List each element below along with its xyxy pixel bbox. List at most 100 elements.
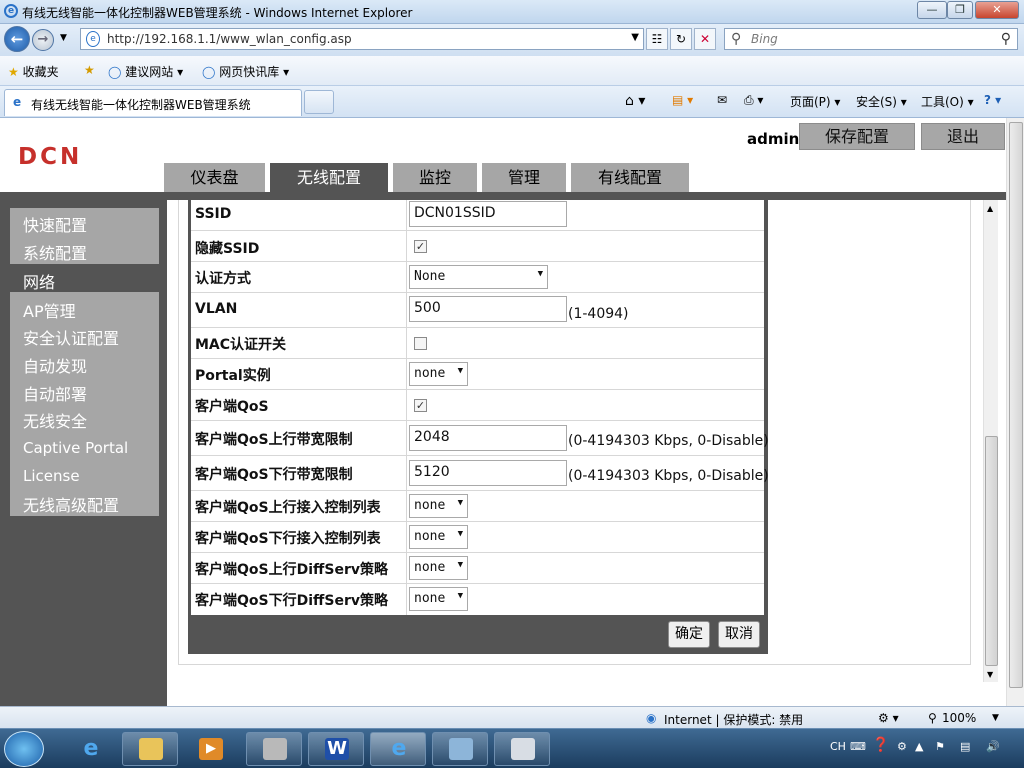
help-tray-icon[interactable]: ❓ [872, 737, 889, 753]
zoom-dropdown-icon[interactable]: ▼ [992, 713, 999, 723]
zoom-level[interactable]: 100% [942, 711, 976, 725]
input-language[interactable]: CH [830, 740, 846, 753]
tools-menu[interactable]: 工具(O) ▾ [921, 93, 974, 110]
taskbar-image-viewer[interactable] [432, 732, 488, 766]
sidebar-item-ap-management[interactable]: AP管理 [23, 298, 76, 322]
taskbar-app-tool[interactable] [246, 732, 302, 766]
search-box[interactable]: ⚲ Bing ⚲ [724, 28, 1018, 50]
save-config-button[interactable]: 保存配置 [799, 123, 915, 150]
qos-down-diffserv-select[interactable]: none ▼ [409, 587, 468, 611]
taskbar-document[interactable] [494, 732, 550, 766]
tab-management[interactable]: 管理 [482, 163, 566, 193]
taskbar-media-player[interactable]: ▶ [182, 732, 238, 766]
zoom-icon[interactable]: ⚲ [928, 711, 937, 725]
qos-up-bw-hint: (0-4194303 Kbps, 0-Disable) [568, 433, 769, 449]
sidebar-item-advanced-wireless[interactable]: 无线高级配置 [23, 492, 119, 516]
suggested-sites-link[interactable]: ◯ 建议网站 ▾ [108, 63, 183, 80]
address-bar[interactable]: e http://192.168.1.1/www_wlan_config.asp… [80, 28, 644, 50]
form-row-qos-down-bw: 客户端QoS下行带宽限制 5120 (0-4194303 Kbps, 0-Dis… [191, 456, 769, 491]
feeds-icon[interactable]: ▤ ▾ [672, 93, 693, 107]
page-scroll-thumb[interactable] [1009, 122, 1023, 688]
sidebar-item-network[interactable]: 网络 [23, 269, 55, 293]
security-icon[interactable]: ⚙ ▾ [878, 711, 899, 725]
stop-icon[interactable]: ✕ [694, 28, 716, 50]
qos-up-acl-select[interactable]: none ▼ [409, 494, 468, 518]
client-qos-checkbox[interactable]: ✓ [414, 399, 427, 412]
sidebar-item-quick-config[interactable]: 快速配置 [23, 212, 87, 236]
tab-wired-config[interactable]: 有线配置 [571, 163, 689, 193]
address-input[interactable]: http://192.168.1.1/www_wlan_config.asp [107, 32, 352, 46]
search-icon[interactable]: ⚲ [1001, 31, 1011, 47]
taskbar-ie-pinned[interactable]: e [62, 732, 118, 766]
taskbar-explorer[interactable] [122, 732, 178, 766]
settings-tray-icon[interactable]: ⚙ [897, 740, 907, 753]
address-dropdown-icon[interactable]: ▼ [631, 32, 639, 43]
help-icon[interactable]: ? ▾ [984, 93, 1001, 107]
compat-view-icon[interactable]: ☷ [646, 28, 668, 50]
tab-dashboard[interactable]: 仪表盘 [164, 163, 265, 193]
qos-down-acl-value: none [414, 529, 446, 544]
vlan-input[interactable]: 500 [409, 296, 567, 322]
sidebar-item-system-config[interactable]: 系统配置 [23, 240, 87, 264]
minimize-button[interactable]: — [917, 1, 947, 19]
current-user: admin [747, 130, 800, 148]
back-button[interactable]: ← [4, 26, 30, 52]
network-icon[interactable]: ▤ [960, 740, 970, 753]
maximize-button[interactable]: ❐ [947, 1, 973, 19]
safety-menu[interactable]: 安全(S) ▾ [856, 93, 907, 110]
portal-select[interactable]: none ▼ [409, 362, 468, 386]
globe-icon: ◉ [646, 711, 657, 725]
mac-auth-checkbox[interactable] [414, 337, 427, 350]
form-row-auth: 认证方式 None ▼ [191, 262, 764, 293]
ssid-input[interactable]: DCN01SSID [409, 201, 567, 227]
home-icon[interactable]: ⌂ ▾ [625, 93, 645, 109]
action-center-icon[interactable]: ⚑ [935, 740, 945, 753]
taskbar-ie-active[interactable]: e [370, 732, 426, 766]
frame-scroll-thumb[interactable] [985, 436, 998, 666]
taskbar-word[interactable]: W [308, 732, 364, 766]
scroll-down-icon[interactable]: ▼ [987, 670, 993, 679]
cancel-button[interactable]: 取消 [718, 621, 760, 648]
page-menu[interactable]: 页面(P) ▾ [790, 93, 840, 110]
sidebar-item-auto-discovery[interactable]: 自动发现 [23, 353, 87, 377]
tab-wireless-config[interactable]: 无线配置 [270, 163, 388, 193]
qos-up-acl-value: none [414, 498, 446, 513]
favorites-button[interactable]: ★ 收藏夹 [8, 63, 59, 80]
hide-ssid-checkbox[interactable]: ✓ [414, 240, 427, 253]
start-button[interactable] [4, 731, 44, 767]
new-tab-button[interactable] [304, 90, 334, 114]
close-button[interactable]: ✕ [975, 1, 1019, 19]
web-slice-link[interactable]: ◯ 网页快讯库 ▾ [202, 63, 289, 80]
auth-select[interactable]: None ▼ [409, 265, 548, 289]
show-hidden-icon[interactable]: ▲ [915, 740, 923, 753]
sidebar-item-security-auth[interactable]: 安全认证配置 [23, 325, 119, 349]
history-dropdown-icon[interactable]: ▼ [60, 33, 67, 43]
vlan-hint: (1-4094) [568, 306, 629, 322]
sidebar-item-license[interactable]: License [23, 467, 80, 485]
qos-down-acl-select[interactable]: none ▼ [409, 525, 468, 549]
keyboard-icon[interactable]: ⌨ [850, 740, 866, 753]
tab-monitor[interactable]: 监控 [393, 163, 477, 193]
forward-button[interactable]: → [32, 29, 54, 51]
logout-button[interactable]: 退出 [921, 123, 1005, 150]
volume-icon[interactable]: 🔊 [986, 740, 1000, 753]
refresh-icon[interactable]: ↻ [670, 28, 692, 50]
page-scrollbar[interactable] [1006, 118, 1024, 706]
ok-button[interactable]: 确定 [668, 621, 710, 648]
search-input[interactable]: Bing [751, 32, 778, 46]
qos-down-bw-input[interactable]: 5120 [409, 460, 567, 486]
chevron-down-icon: ▼ [457, 366, 463, 376]
sidebar-item-wireless-security[interactable]: 无线安全 [23, 408, 87, 432]
form-row-portal: Portal实例 none ▼ [191, 359, 764, 390]
qos-up-bw-input[interactable]: 2048 [409, 425, 567, 451]
mail-icon[interactable]: ✉ [717, 93, 727, 107]
scroll-up-icon[interactable]: ▲ [987, 204, 993, 213]
sidebar-item-captive-portal[interactable]: Captive Portal [23, 439, 128, 457]
sidebar-item-auto-deploy[interactable]: 自动部署 [23, 381, 87, 405]
frame-scrollbar[interactable]: ▲ ▼ [983, 200, 998, 682]
add-favorite-icon[interactable]: ★ [84, 63, 95, 77]
print-icon[interactable]: ⎙ ▾ [744, 93, 763, 108]
browser-tab-active[interactable]: e 有线无线智能一体化控制器WEB管理系统 [4, 89, 302, 116]
qos-up-diffserv-select[interactable]: none ▼ [409, 556, 468, 580]
ie-icon: e [391, 736, 407, 761]
